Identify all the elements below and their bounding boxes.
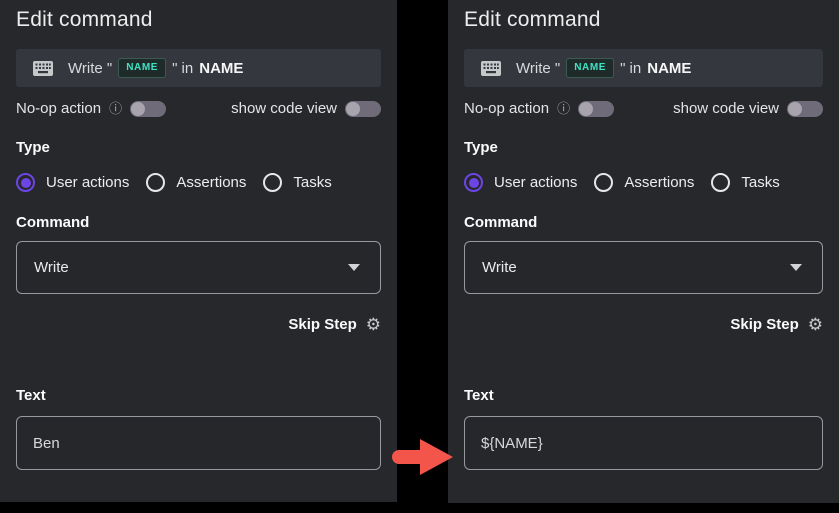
radio-label: Assertions — [176, 174, 246, 191]
show-code-view-toggle[interactable] — [345, 101, 381, 117]
noop-action-label: No-op action — [16, 100, 101, 117]
gear-icon[interactable]: ⚙ — [808, 316, 823, 333]
keyboard-icon — [481, 61, 501, 76]
command-select[interactable]: Write — [464, 241, 823, 294]
command-preview-prefix: Write " — [68, 60, 112, 77]
radio-assertions[interactable]: Assertions — [146, 173, 246, 192]
radio-user-actions[interactable]: User actions — [16, 173, 129, 192]
radio-label: User actions — [494, 174, 577, 191]
radio-unselected-icon — [711, 173, 730, 192]
radio-tasks[interactable]: Tasks — [263, 173, 331, 192]
type-label: Type — [16, 139, 381, 156]
command-preview-target: NAME — [647, 60, 691, 77]
command-preview-prefix: Write " — [516, 60, 560, 77]
info-icon[interactable]: ⓘ — [109, 102, 122, 115]
radio-unselected-icon — [594, 173, 613, 192]
skip-step-button[interactable]: Skip Step — [288, 316, 356, 333]
radio-label: Assertions — [624, 174, 694, 191]
radio-tasks[interactable]: Tasks — [711, 173, 779, 192]
show-code-view-label: show code view — [231, 100, 337, 117]
radio-selected-icon — [464, 173, 483, 192]
command-preview-mid: " in — [172, 60, 193, 77]
keyboard-icon — [33, 61, 53, 76]
radio-label: Tasks — [293, 174, 331, 191]
gear-icon[interactable]: ⚙ — [366, 316, 381, 333]
command-label: Command — [464, 214, 823, 231]
noop-action-label: No-op action — [464, 100, 549, 117]
command-preview-bar[interactable]: Write " NAME " in NAME — [464, 49, 823, 87]
dialog-title: Edit command — [464, 0, 823, 32]
variable-badge[interactable]: NAME — [118, 58, 166, 78]
noop-action-toggle[interactable] — [130, 101, 166, 117]
radio-selected-icon — [16, 173, 35, 192]
text-input[interactable] — [464, 416, 823, 470]
skip-step-button[interactable]: Skip Step — [730, 316, 798, 333]
radio-user-actions[interactable]: User actions — [464, 173, 577, 192]
chevron-down-icon — [348, 264, 360, 271]
chevron-down-icon — [790, 264, 802, 271]
noop-action-toggle[interactable] — [578, 101, 614, 117]
edit-command-dialog-after: Edit command Write " NAME " in NAME No-o… — [448, 0, 839, 503]
radio-unselected-icon — [146, 173, 165, 192]
command-preview-bar[interactable]: Write " NAME " in NAME — [16, 49, 381, 87]
dialog-title: Edit command — [16, 0, 381, 32]
radio-label: Tasks — [741, 174, 779, 191]
text-input[interactable] — [16, 416, 381, 470]
edit-command-dialog-before: Edit command Write " NAME " in NAME No-o… — [0, 0, 397, 502]
radio-label: User actions — [46, 174, 129, 191]
radio-assertions[interactable]: Assertions — [594, 173, 694, 192]
command-select-value: Write — [34, 259, 69, 276]
type-label: Type — [464, 139, 823, 156]
text-label: Text — [16, 387, 381, 404]
show-code-view-label: show code view — [673, 100, 779, 117]
command-select-value: Write — [482, 259, 517, 276]
show-code-view-toggle[interactable] — [787, 101, 823, 117]
info-icon[interactable]: ⓘ — [557, 102, 570, 115]
variable-badge[interactable]: NAME — [566, 58, 614, 78]
command-preview-mid: " in — [620, 60, 641, 77]
arrow-right-icon — [392, 437, 454, 477]
radio-unselected-icon — [263, 173, 282, 192]
command-preview-target: NAME — [199, 60, 243, 77]
command-label: Command — [16, 214, 381, 231]
text-label: Text — [464, 387, 823, 404]
command-select[interactable]: Write — [16, 241, 381, 294]
